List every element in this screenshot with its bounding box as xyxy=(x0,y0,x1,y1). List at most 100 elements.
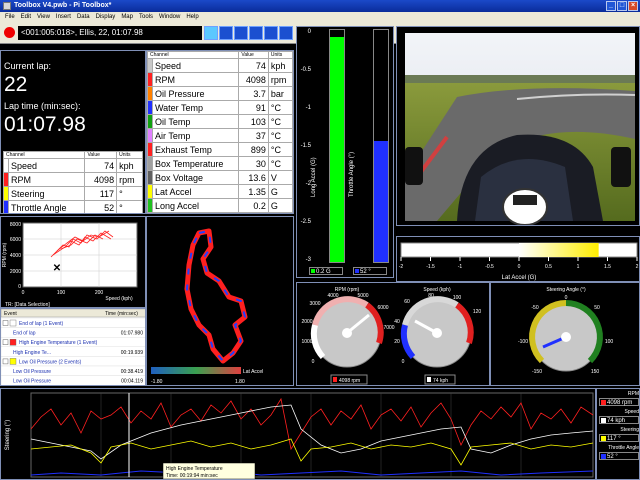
table-row[interactable]: RPM 4098 rpm xyxy=(147,72,293,87)
event-label: End of lap (1 Event) xyxy=(19,321,64,327)
events-col-header: Event xyxy=(4,311,17,317)
table-row[interactable]: Air Temp 37 °C xyxy=(147,128,293,143)
menu-window[interactable]: Window xyxy=(156,12,183,22)
table-row[interactable]: Steering 117 ° xyxy=(3,186,143,201)
cursor-marker-icon: ✕ xyxy=(53,263,61,274)
lap-segment-bar[interactable] xyxy=(204,26,293,40)
channel-value: 30 xyxy=(238,156,269,171)
lat-tick-label: 0.5 xyxy=(545,264,552,270)
axis-tick: 0 xyxy=(307,29,311,35)
session-display: <001:005:018>, Ellis, 22, 01:07.98 xyxy=(18,26,202,40)
window-title: Toolbox V4.pwb - Pi Toolbox* xyxy=(14,2,112,9)
steer-tick: 100 xyxy=(605,339,614,345)
menu-help[interactable]: Help xyxy=(183,12,201,22)
collapse-icon[interactable] xyxy=(2,339,9,345)
event-time: 01:07.980 xyxy=(121,331,143,337)
speed-tick: 80 xyxy=(428,293,434,299)
steering-gauge: Steering Angle (°) -150 -100 -50 0 50 10… xyxy=(518,287,614,375)
table-row[interactable]: Long Accel 0.2 G xyxy=(147,198,293,213)
rpm-tick: 2000 xyxy=(301,319,312,325)
menu-map[interactable]: Map xyxy=(118,12,136,22)
legend-min: -1.80 xyxy=(151,379,163,385)
event-row[interactable]: Low Oil Pressure 00:04.119 xyxy=(1,375,146,386)
onboard-video[interactable] xyxy=(396,26,640,226)
maximize-button[interactable]: □ xyxy=(617,1,627,11)
segment-block[interactable] xyxy=(264,26,278,40)
table-row[interactable]: Speed 74 kph xyxy=(147,58,293,73)
channel-value: 4098 xyxy=(238,72,269,87)
y-tick: 4000 xyxy=(10,253,21,259)
rpm-speed-scatter[interactable]: ✕ RPM (rpm) 8000 6000 4000 2000 0 0 100 … xyxy=(0,216,146,308)
table-row[interactable]: Throttle Angle 52 ° xyxy=(3,200,143,213)
axis-tick: -0.5 xyxy=(300,67,311,73)
track-map-panel[interactable]: -1.80 1.80 Lat Accel xyxy=(146,216,294,386)
collapse-icon[interactable] xyxy=(2,358,9,365)
tooltip-line1: High Engine Temperature xyxy=(166,466,223,472)
table-row[interactable]: Box Voltage 13.6 V xyxy=(147,170,293,185)
event-color-swatch xyxy=(9,339,17,346)
axis-tick: -1.5 xyxy=(300,143,311,149)
col-header: Value xyxy=(238,51,269,59)
menu-file[interactable]: File xyxy=(2,12,18,22)
table-row[interactable]: RPM 4098 rpm xyxy=(3,172,143,187)
channel-name: Box Voltage xyxy=(151,170,240,185)
long-accel-fill xyxy=(330,36,344,262)
channel-value: 3.7 xyxy=(238,86,269,101)
channel-unit: rpm xyxy=(267,72,293,87)
accel-throttle-bars: 0 -0.5 -1 -1.5 -2 -2.5 -3 Long Accel (G)… xyxy=(296,26,394,278)
channel-value: 74 xyxy=(84,158,118,173)
scatter-ylabel: RPM (rpm) xyxy=(2,242,8,267)
table-row[interactable]: Lat Accel 1.35 G xyxy=(147,184,293,199)
channel-unit: kph xyxy=(267,58,293,73)
steer-tick: 50 xyxy=(594,305,600,311)
table-row[interactable]: Oil Pressure 3.7 bar xyxy=(147,86,293,101)
collapse-icon[interactable] xyxy=(2,320,9,326)
segment-block[interactable] xyxy=(234,26,248,40)
speed-tick: 60 xyxy=(404,299,410,305)
legend-label: Steering xyxy=(620,427,639,433)
col-header: Channel xyxy=(2,151,86,159)
mini-channel-table: Channel Value Units Speed 74 kph RPM 4098 rp… xyxy=(2,151,143,213)
menu-view[interactable]: View xyxy=(34,12,53,22)
menu-insert[interactable]: Insert xyxy=(53,12,74,22)
menu-display[interactable]: Display xyxy=(93,12,119,22)
menu-tools[interactable]: Tools xyxy=(136,12,156,22)
channel-value: 4098 xyxy=(84,172,118,187)
legend-label: Throttle Angle xyxy=(608,445,639,451)
lap-time-value: 01:07.98 xyxy=(4,113,86,136)
channel-unit: bar xyxy=(267,86,293,101)
segment-block[interactable] xyxy=(279,26,293,40)
speed-tick: 40 xyxy=(394,319,400,325)
scatter-plot: ✕ RPM (rpm) 8000 6000 4000 2000 0 0 100 … xyxy=(2,222,138,307)
event-group-row[interactable]: High Engine Temperature (1 Event) xyxy=(1,337,146,348)
segment-block[interactable] xyxy=(219,26,233,40)
table-row[interactable]: Exhaust Temp 899 °C xyxy=(147,142,293,157)
event-row[interactable]: Low Oil Pressure 00:38.419 xyxy=(1,365,146,376)
legend-value: 4098 rpm xyxy=(599,398,639,406)
segment-block[interactable] xyxy=(204,26,218,40)
channel-unit: °C xyxy=(267,128,293,143)
close-button[interactable]: × xyxy=(628,1,638,11)
time-strip-chart[interactable]: Steering (°) High Engine Temperature Tim… xyxy=(0,388,596,480)
track-outline xyxy=(184,228,248,364)
table-row[interactable]: Box Temperature 30 °C xyxy=(147,156,293,171)
event-group-row[interactable]: End of lap (1 Event) xyxy=(1,317,146,328)
minimize-button[interactable]: _ xyxy=(606,1,616,11)
segment-block[interactable] xyxy=(249,26,263,40)
event-row[interactable]: High Engine Te... 00:19.939 xyxy=(1,346,146,357)
table-row[interactable]: Oil Temp 103 °C xyxy=(147,114,293,129)
table-row[interactable]: Speed 74 kph xyxy=(3,158,143,173)
channel-value: 91 xyxy=(238,100,269,115)
table-row[interactable]: Water Temp 91 °C xyxy=(147,100,293,115)
menu-data[interactable]: Data xyxy=(74,12,93,22)
throttle-readout: 52 ° xyxy=(353,267,387,275)
long-accel-label: Long Accel (G) xyxy=(311,157,317,197)
channel-panel: Channel Value Units Speed 74 kph RPM 4098 rp… xyxy=(146,50,294,214)
record-icon[interactable] xyxy=(4,27,15,38)
col-header: Units xyxy=(267,51,293,59)
lap-time-label: Lap time (min:sec): xyxy=(4,101,81,111)
event-row[interactable]: End of lap 01:07.980 xyxy=(1,327,146,338)
event-group-row[interactable]: Low Oil Pressure (2 Events) xyxy=(1,356,146,367)
menu-edit[interactable]: Edit xyxy=(18,12,34,22)
channel-name: Air Temp xyxy=(151,128,240,143)
